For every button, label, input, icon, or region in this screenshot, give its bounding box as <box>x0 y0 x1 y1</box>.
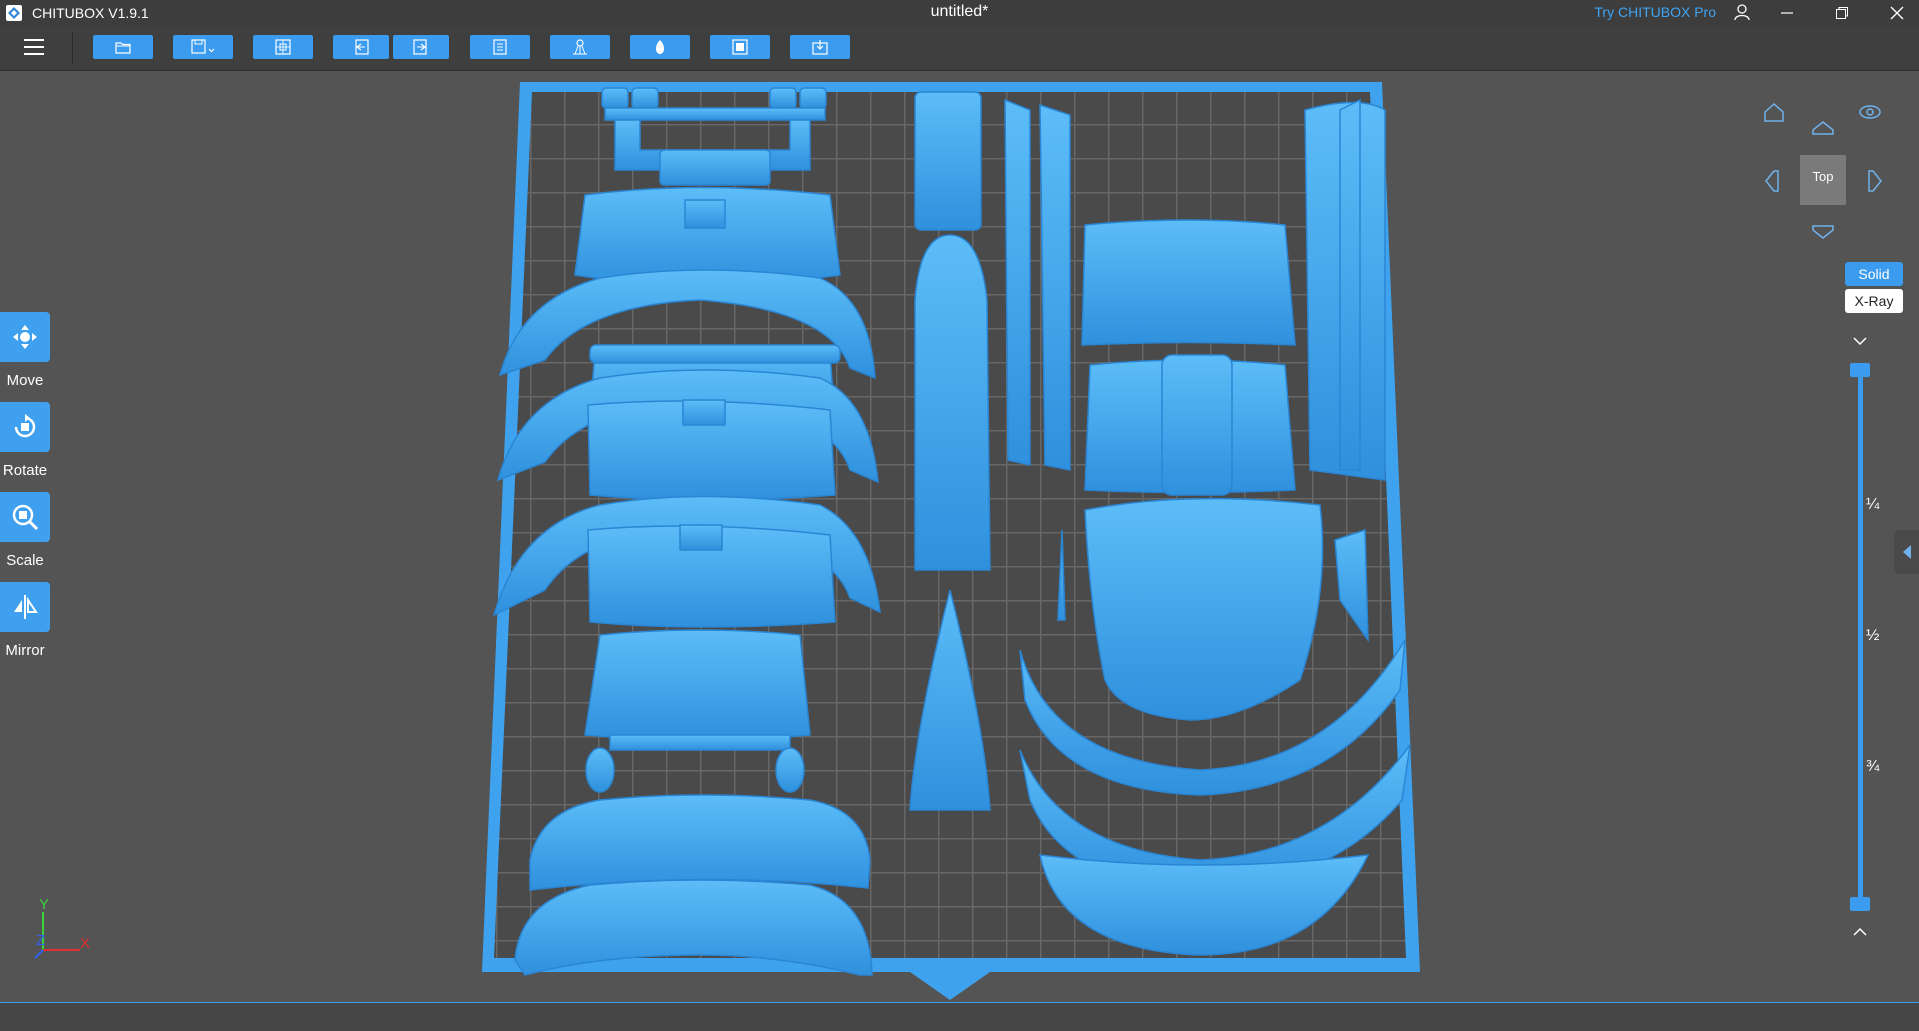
home-view-icon[interactable] <box>1762 100 1786 124</box>
document-title: untitled* <box>930 3 989 20</box>
menu-icon[interactable] <box>20 35 48 59</box>
supports-button[interactable] <box>550 35 610 59</box>
center-icon <box>275 39 291 55</box>
move-tool-button[interactable] <box>0 312 50 362</box>
minimize-icon <box>1781 12 1793 14</box>
app-logo-icon <box>6 5 22 21</box>
export-button[interactable] <box>790 35 850 59</box>
redo-button[interactable] <box>393 35 449 59</box>
layout-icon <box>493 39 507 55</box>
restore-icon <box>1836 7 1848 19</box>
chevron-left-icon <box>1903 545 1911 559</box>
mirror-tool[interactable]: Mirror <box>0 582 50 659</box>
hollow-button[interactable] <box>630 35 690 59</box>
status-bar <box>0 1002 1919 1031</box>
layer-slider-top-handle[interactable] <box>1850 363 1870 377</box>
open-icon <box>115 42 131 54</box>
move-icon <box>13 325 37 349</box>
axis-z-label: Z <box>36 932 46 949</box>
app-name: CHITUBOX V1.9.1 <box>32 5 149 21</box>
mirror-icon <box>14 595 38 619</box>
eye-icon[interactable] <box>1858 102 1882 122</box>
title-bar: CHITUBOX V1.9.1 untitled* Try CHITUBOX P… <box>0 0 1919 26</box>
slice-button[interactable] <box>710 35 770 59</box>
mirror-tool-label: Mirror <box>5 642 45 659</box>
close-button[interactable] <box>1875 0 1919 26</box>
layer-slider-track[interactable] <box>1858 365 1863 905</box>
rotate-tool-button[interactable] <box>0 402 50 452</box>
scale-tool-button[interactable] <box>0 492 50 542</box>
slider-three-quarter-label: ¾ <box>1866 758 1880 775</box>
plate-front-marker <box>910 972 990 1000</box>
side-panel-toggle[interactable] <box>1894 530 1919 574</box>
axis-x-label: X <box>80 935 91 952</box>
xray-mode-button[interactable]: X-Ray <box>1845 289 1903 313</box>
scale-icon <box>12 504 39 531</box>
minimize-button[interactable] <box>1765 0 1809 26</box>
build-plate-viewport[interactable] <box>0 71 1919 1001</box>
open-file-button[interactable] <box>93 35 153 59</box>
undo-icon <box>355 39 369 55</box>
hollow-icon <box>656 40 664 54</box>
move-tool-label: Move <box>6 372 44 389</box>
slider-half-label: ½ <box>1866 627 1880 644</box>
center-model-button[interactable] <box>253 35 313 59</box>
redo-icon <box>413 39 427 55</box>
rotate-tool[interactable]: Rotate <box>0 402 50 479</box>
view-cube-top[interactable]: Top <box>1800 155 1846 205</box>
view-front-icon[interactable] <box>1810 222 1836 242</box>
chevron-up-icon[interactable] <box>1852 926 1868 938</box>
view-back-icon[interactable] <box>1810 118 1836 138</box>
restore-button[interactable] <box>1820 0 1864 26</box>
export-icon <box>812 40 828 55</box>
undo-button[interactable] <box>333 35 389 59</box>
main-toolbar <box>0 26 1919 71</box>
scale-tool-label: Scale <box>6 552 44 569</box>
save-icon <box>191 39 215 54</box>
slice-icon <box>732 39 748 55</box>
view-right-icon[interactable] <box>1865 168 1885 194</box>
axis-y-label: Y <box>39 896 50 913</box>
toolbar-separator <box>72 32 73 64</box>
rotate-icon <box>14 414 36 438</box>
user-icon[interactable] <box>1733 3 1751 21</box>
try-pro-link[interactable]: Try CHITUBOX Pro <box>1594 4 1716 20</box>
solid-mode-button[interactable]: Solid <box>1845 262 1903 286</box>
scale-tool[interactable]: Scale <box>0 492 50 569</box>
rotate-tool-label: Rotate <box>2 462 48 479</box>
layout-button[interactable] <box>470 35 530 59</box>
layer-slider-bottom-handle[interactable] <box>1850 897 1870 911</box>
save-button[interactable] <box>173 35 233 59</box>
view-left-icon[interactable] <box>1762 168 1782 194</box>
move-tool[interactable]: Move <box>0 312 50 389</box>
support-icon <box>573 39 587 55</box>
chevron-down-icon[interactable] <box>1852 335 1868 347</box>
slider-quarter-label: ¼ <box>1866 496 1880 513</box>
mirror-tool-button[interactable] <box>0 582 50 632</box>
close-icon <box>1890 6 1904 20</box>
